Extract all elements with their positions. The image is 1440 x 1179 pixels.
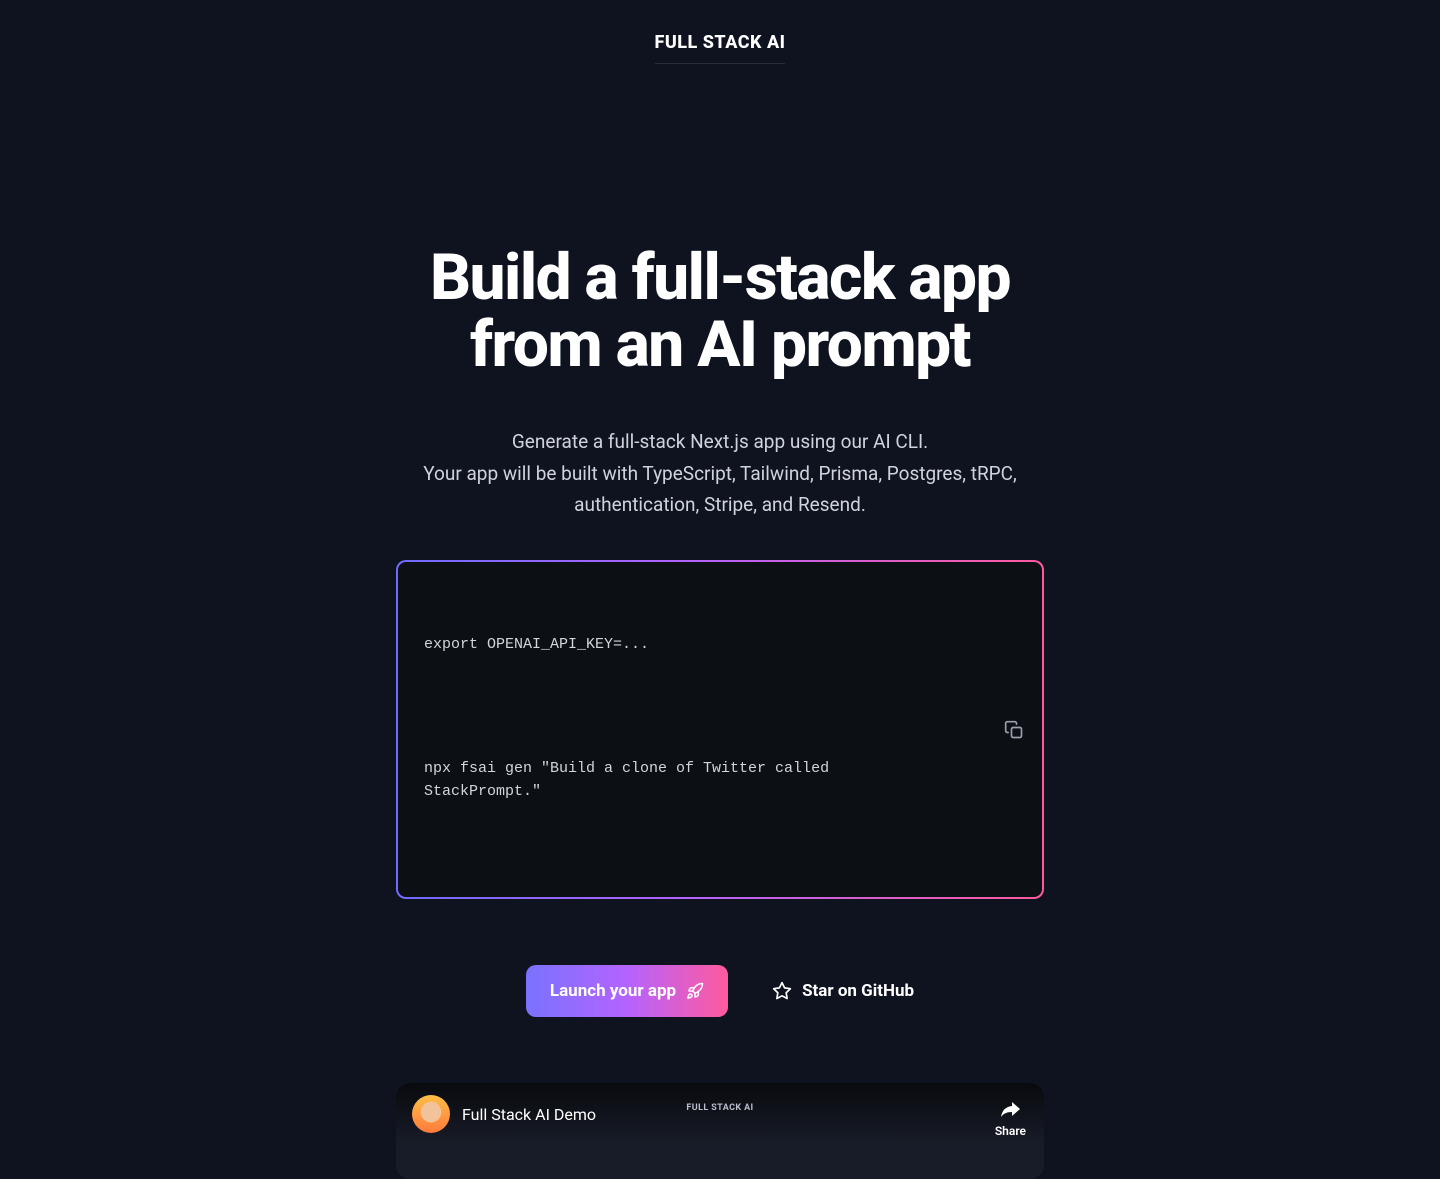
code-line-2: npx fsai gen "Build a clone of Twitter c…: [424, 757, 944, 804]
hero-title-line1: Build a full-stack app: [430, 240, 1010, 315]
channel-avatar[interactable]: [412, 1095, 450, 1133]
hero-title-line2: from an AI prompt: [470, 307, 970, 382]
video-share-button[interactable]: Share: [995, 1097, 1026, 1138]
star-github-button[interactable]: Star on GitHub: [772, 981, 914, 1001]
star-github-label: Star on GitHub: [802, 981, 914, 1001]
code-line-1: export OPENAI_API_KEY=...: [424, 633, 944, 656]
rocket-icon: [686, 982, 704, 1000]
site-header: FULL STACK AI: [0, 0, 1440, 74]
cta-row: Launch your app Star on GitHub: [220, 965, 1220, 1017]
code-block-border: export OPENAI_API_KEY=... npx fsai gen "…: [396, 560, 1044, 899]
video-header: Full Stack AI Demo: [396, 1083, 1044, 1145]
launch-app-label: Launch your app: [550, 981, 676, 1001]
site-logo[interactable]: FULL STACK AI: [655, 32, 786, 64]
star-icon: [772, 981, 792, 1001]
hero-section: Build a full-stack app from an AI prompt…: [220, 74, 1220, 1179]
launch-app-button[interactable]: Launch your app: [526, 965, 728, 1017]
video-share-label: Share: [995, 1124, 1026, 1138]
share-icon: [998, 1097, 1022, 1121]
code-block: export OPENAI_API_KEY=... npx fsai gen "…: [398, 562, 1042, 897]
copy-button[interactable]: [1004, 720, 1024, 740]
hero-title: Build a full-stack app from an AI prompt: [220, 244, 1220, 378]
hero-subtitle-line2: Your app will be built with TypeScript, …: [423, 462, 1017, 516]
copy-icon: [1004, 720, 1024, 740]
hero-subtitle-line1: Generate a full-stack Next.js app using …: [512, 430, 928, 453]
video-title[interactable]: Full Stack AI Demo: [462, 1105, 596, 1124]
video-embed[interactable]: Full Stack AI Demo FULL STACK AI Share: [396, 1083, 1044, 1179]
hero-subtitle: Generate a full-stack Next.js app using …: [400, 426, 1040, 520]
video-brand-watermark: FULL STACK AI: [686, 1103, 753, 1113]
